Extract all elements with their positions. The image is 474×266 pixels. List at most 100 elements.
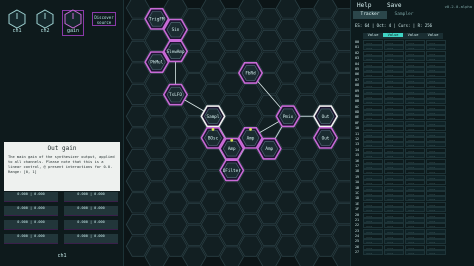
hex-cell[interactable]	[257, 8, 282, 30]
tracker-cell[interactable]: ---	[363, 180, 383, 186]
tracker-cell[interactable]: ---	[405, 207, 425, 213]
tracker-cell[interactable]: ---	[363, 207, 383, 213]
hex-cell[interactable]	[313, 235, 338, 257]
tracker-cell[interactable]: ---	[426, 61, 446, 67]
hex-cell[interactable]	[294, 94, 319, 116]
tracker-cell[interactable]: ---	[363, 61, 383, 67]
tracker-cell[interactable]: ---	[405, 88, 425, 94]
tracker-cell[interactable]: ---	[426, 104, 446, 110]
node[interactable]: Out	[312, 105, 339, 128]
hex-cell[interactable]	[200, 170, 226, 192]
tracker-cell[interactable]: ---	[405, 115, 425, 121]
hex-cell[interactable]	[313, 170, 338, 192]
hex-cell[interactable]	[313, 148, 338, 171]
tracker-cell[interactable]: ---	[384, 104, 404, 110]
hex-cell[interactable]	[182, 116, 207, 138]
hex-cell[interactable]	[144, 73, 169, 95]
hex-cell[interactable]	[163, 170, 188, 192]
hex-cell[interactable]	[200, 235, 226, 257]
tracker-cell[interactable]: ---	[363, 104, 383, 110]
tracker-cell[interactable]: ---	[363, 250, 383, 256]
tracker-cell[interactable]: ---	[363, 83, 383, 89]
hex-matrix[interactable]: TrigFM Sin PhMul SlewAmp TsLFO FbRd Sampl Amp Pm…	[124, 0, 350, 266]
tracker-cell[interactable]: ---	[384, 50, 404, 56]
tracker-rows[interactable]: 00 --- --- --- --- 01 --- --- --- --- 02 --- --- --- -…	[355, 40, 471, 264]
tracker-cell[interactable]: ---	[384, 201, 404, 207]
tracker-cell[interactable]: ---	[384, 72, 404, 78]
knob-ch2[interactable]	[36, 9, 54, 29]
tracker-cell[interactable]: ---	[363, 40, 383, 45]
node[interactable]: SlewAmp	[162, 40, 189, 63]
hex-grid-canvas[interactable]: TrigFM Sin PhMulSlewAmp TsLFO FbRd Sampl Amp Pm…	[124, 0, 350, 266]
tracker-cell[interactable]: ---	[384, 196, 404, 202]
tracker-cell[interactable]: ---	[426, 66, 446, 72]
hex-cell[interactable]	[200, 84, 226, 106]
help-button[interactable]: Help	[357, 2, 379, 10]
tracker-cell[interactable]: ---	[405, 250, 425, 256]
tracker-cell[interactable]: ---	[426, 99, 446, 105]
hex-cell[interactable]	[238, 235, 263, 257]
tracker-cell[interactable]: ---	[384, 207, 404, 213]
tracker-cell[interactable]: ---	[405, 163, 425, 169]
tracker-cell[interactable]: ---	[405, 93, 425, 99]
tracker-cell[interactable]: ---	[426, 196, 446, 202]
hex-cell[interactable]	[182, 224, 207, 246]
hex-cell[interactable]	[144, 29, 169, 51]
tracker-cell[interactable]: ---	[363, 110, 383, 116]
tracker-cell[interactable]: ---	[384, 147, 404, 153]
hex-cell[interactable]	[257, 246, 282, 266]
tracker-cell[interactable]: ---	[405, 110, 425, 116]
save-button[interactable]: Save	[387, 2, 409, 10]
tracker-cell[interactable]: ---	[384, 190, 404, 196]
hex-cell[interactable]	[294, 181, 319, 203]
tracker-cell[interactable]: ---	[426, 88, 446, 94]
tracker-cell[interactable]: ---	[384, 158, 404, 164]
tracker-cell[interactable]: ---	[363, 72, 383, 78]
tracker-cell[interactable]: ---	[384, 45, 404, 51]
tracker-cell[interactable]: ---	[405, 147, 425, 153]
tracker-cell[interactable]: ---	[363, 196, 383, 202]
hex-cell[interactable]	[200, 0, 226, 19]
hex-cell[interactable]	[219, 51, 244, 73]
hex-cell[interactable]	[125, 192, 151, 214]
hex-cell[interactable]	[125, 213, 151, 236]
tracker-cell[interactable]: ---	[426, 45, 446, 51]
hex-cell[interactable]	[125, 40, 151, 62]
hex-cell[interactable]	[125, 148, 151, 171]
tracker-cell[interactable]: ---	[405, 83, 425, 89]
hex-cell[interactable]	[125, 62, 151, 84]
tracker-cell[interactable]: ---	[384, 56, 404, 62]
hex-cell[interactable]	[219, 8, 244, 30]
tracker-cell[interactable]: ---	[363, 169, 383, 175]
hex-cell[interactable]	[182, 203, 207, 225]
hex-cell[interactable]	[144, 224, 169, 246]
hex-cell[interactable]	[219, 73, 244, 95]
hex-cell[interactable]	[257, 73, 282, 95]
hex-cell[interactable]	[219, 181, 244, 203]
hex-cell[interactable]	[219, 224, 244, 246]
tracker-cell[interactable]: ---	[384, 212, 404, 218]
hex-cell[interactable]	[182, 8, 207, 30]
tab-tracker[interactable]: Tracker	[353, 11, 387, 19]
tracker-cell[interactable]: ---	[405, 99, 425, 105]
tracker-cell[interactable]: ---	[384, 169, 404, 175]
hex-cell[interactable]	[294, 116, 319, 138]
column-header[interactable]: Value	[383, 33, 403, 37]
tracker-cell[interactable]: ---	[384, 239, 404, 245]
tracker-cell[interactable]: ---	[405, 61, 425, 67]
node[interactable]: Amp	[256, 137, 282, 160]
hex-cell[interactable]	[275, 62, 301, 84]
column-header[interactable]: Value	[403, 33, 423, 37]
hex-cell[interactable]	[257, 29, 282, 51]
hex-cell[interactable]	[144, 246, 169, 266]
hex-cell[interactable]	[144, 159, 169, 181]
hex-cell[interactable]	[313, 62, 338, 84]
tracker-cell[interactable]: ---	[363, 45, 383, 51]
tracker-cell[interactable]: ---	[405, 56, 425, 62]
tracker-cell[interactable]: ---	[426, 110, 446, 116]
tracker-cell[interactable]: ---	[363, 239, 383, 245]
tracker-cell[interactable]: ---	[384, 234, 404, 240]
tracker-cell[interactable]: ---	[405, 126, 425, 132]
tracker-cell[interactable]: ---	[426, 185, 446, 191]
tracker-cell[interactable]: ---	[405, 104, 425, 110]
